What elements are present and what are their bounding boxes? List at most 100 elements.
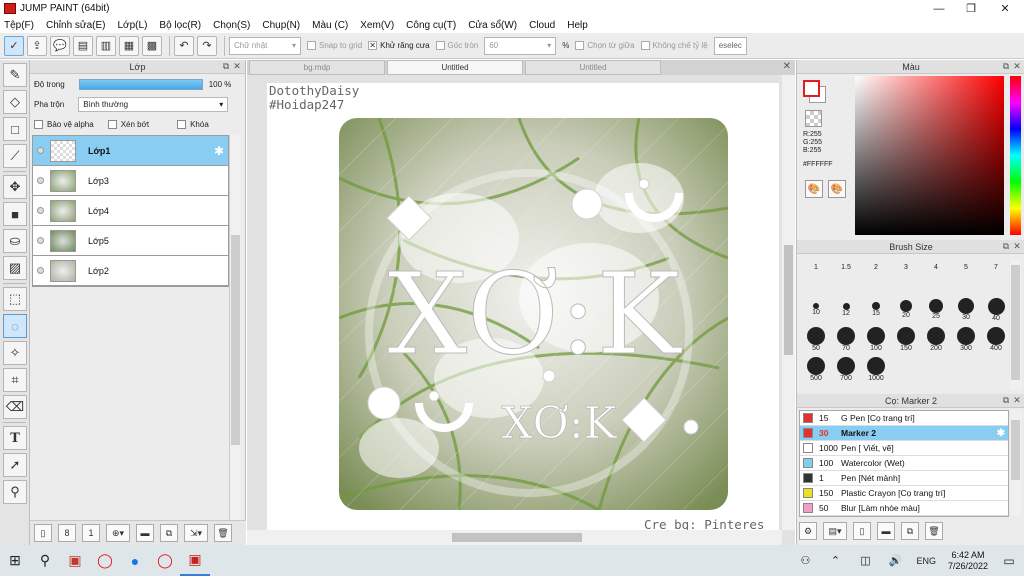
close-icon[interactable]: ✕ [1012,61,1022,71]
operation-tool-icon[interactable]: ➚ [3,453,27,477]
brush-mode-icon[interactable]: ✓ [4,35,24,56]
tab-untitled-active[interactable]: Untitled [387,60,523,75]
brush-list-scrollbar[interactable] [1010,410,1021,515]
folder-icon[interactable]: ▬ [136,524,154,542]
grid-icon[interactable]: ▦ [119,35,139,56]
protect-alpha-checkbox[interactable]: Bảo vệ alpha [34,119,94,129]
language-indicator[interactable]: ENG [916,556,936,566]
layer-item[interactable]: Lớp4 [33,196,228,226]
gear-icon[interactable]: ✱ [997,428,1005,439]
duplicate-brush-icon[interactable]: ⧉ [901,522,919,540]
text-tool-icon[interactable]: T [3,426,27,450]
new-layer-8bit-icon[interactable]: 8 [58,524,76,542]
close-icon[interactable]: ✕ [232,61,242,71]
chevron-up-icon[interactable]: ⌃ [820,545,850,576]
brush-list-item[interactable]: 1000 Pen [ Viết, vẽ] [800,441,1008,456]
snap-grid-checkbox[interactable]: Snap to grid [307,41,362,50]
menu-select[interactable]: Chọn(S) [213,20,250,31]
brush-size-option[interactable]: 100 [861,326,891,352]
speech-bubble-icon[interactable]: 💬 [50,35,70,56]
move-tool-icon[interactable]: ✥ [3,175,27,199]
brush-size-option[interactable]: 5 [951,260,981,271]
search-icon[interactable]: ⚲ [30,545,60,576]
lock-checkbox[interactable]: Khóa [177,119,209,129]
visibility-icon[interactable] [37,207,44,214]
clipping-checkbox[interactable]: Xén bớt [107,119,149,129]
export-icon[interactable]: ⇪ [27,35,47,56]
menu-cloud[interactable]: Cloud [529,20,555,31]
fill-rect-tool-icon[interactable]: ■ [3,202,27,226]
brush-size-option[interactable]: 1 [801,260,831,271]
zalo-icon[interactable]: ● [120,545,150,576]
undock-icon[interactable]: ⧉ [221,61,231,71]
menu-help[interactable]: Help [567,20,588,31]
copy-brush-icon[interactable]: ▯ [853,522,871,540]
merge-layer-icon[interactable]: ⇲▾ [184,524,208,542]
brush-size-option[interactable]: 70 [831,326,861,352]
text-box-icon[interactable]: ▤ [73,35,93,56]
brush-size-option[interactable]: 10 [801,296,831,316]
hue-slider[interactable] [1010,76,1021,235]
layer-item[interactable]: Lớp5 [33,226,228,256]
menu-tools[interactable]: Công cụ(T) [406,20,456,31]
brush-size-scrollbar[interactable] [1010,260,1021,390]
antialias-checkbox[interactable]: ✕ Khử răng cưa [368,41,430,50]
blend-mode-select[interactable]: Bình thường ▾ [78,96,229,112]
network-icon[interactable]: ◫ [850,545,880,576]
brush-list-item[interactable]: 100 Watercolor (Wet) [800,456,1008,471]
tab-bg-mdp[interactable]: bg.mdp [249,60,385,75]
brush-tool-icon[interactable]: ✎ [3,63,27,87]
brush-size-option[interactable]: 12 [831,296,861,317]
table-icon[interactable]: ▩ [142,35,162,56]
opacity-slider[interactable] [78,78,203,90]
gear-icon[interactable]: ✱ [214,144,224,158]
tab-untitled[interactable]: Untitled [525,60,661,75]
brush-size-option[interactable]: 50 [801,326,831,352]
palette-icon[interactable]: 🎨 [805,180,823,198]
layer-item[interactable]: Lớp2 [33,256,228,286]
menu-view[interactable]: Xem(V) [360,20,394,31]
clock[interactable]: 6:42 AM 7/26/2022 [948,550,988,572]
undo-icon[interactable]: ↶ [174,35,194,56]
brush-folder-icon[interactable]: ▬ [877,522,895,540]
scrollbar-thumb[interactable] [1011,265,1020,380]
brush-size-option[interactable]: 500 [801,356,831,382]
brush-list-item[interactable]: 1 Pen [Nét mảnh] [800,471,1008,486]
canvas-vertical-scrollbar[interactable] [782,75,795,530]
brush-size-option[interactable]: 7 [981,260,1011,271]
brush-size-option[interactable]: 1.5 [831,260,861,271]
jump-paint-taskbar-icon[interactable]: ▣ [180,545,210,576]
menu-capture[interactable]: Chụp(N) [262,20,300,31]
undock-icon[interactable]: ⧉ [1001,61,1011,71]
duplicate-layer-icon[interactable]: ⧉ [160,524,178,542]
foreground-color-swatch[interactable] [803,80,820,97]
layer-scrollbar[interactable] [229,135,241,547]
select-rect-tool-icon[interactable]: ⬚ [3,287,27,311]
lock-ratio-checkbox[interactable]: Không chế tỷ lệ [640,41,708,50]
eyedropper-tool-icon[interactable]: ⚲ [3,480,27,504]
scrollbar-thumb[interactable] [452,533,582,542]
visibility-icon[interactable] [37,267,44,274]
menu-file[interactable]: Tệp(F) [4,20,34,31]
new-layer-1bit-icon[interactable]: 1 [82,524,100,542]
brush-list-item[interactable]: 30 Marker 2 ✱ [800,426,1008,441]
page-icon[interactable]: ▥ [96,35,116,56]
brush-size-option[interactable]: 20 [891,296,921,319]
brush-size-option[interactable]: 200 [921,326,951,352]
brush-list-item[interactable]: 50 Blur [Làm nhòe màu] [800,501,1008,516]
brush-size-option[interactable]: 4 [921,260,951,271]
brush-size-option[interactable]: 30 [951,296,981,321]
delete-brush-icon[interactable]: 🗑 [925,522,943,540]
magic-wand-tool-icon[interactable]: ✧ [3,341,27,365]
color-picker-icon[interactable]: 🎨 [828,180,846,198]
visibility-icon[interactable] [37,177,44,184]
line-tool-icon[interactable]: ⟋ [3,144,27,168]
volume-icon[interactable]: 🔊 [880,545,910,576]
round-corner-checkbox[interactable]: Góc tròn [435,41,478,50]
brush-list-item[interactable]: 15 G Pen [Cọ trang trí] [800,411,1008,426]
layer-item[interactable]: Lớp1 ✱ [33,136,228,166]
add-layer-menu-icon[interactable]: ⊕▾ [106,524,130,542]
rect-tool-icon[interactable]: □ [3,117,27,141]
brush-size-option[interactable]: 40 [981,296,1011,322]
notifications-icon[interactable]: ▭ [994,545,1024,576]
